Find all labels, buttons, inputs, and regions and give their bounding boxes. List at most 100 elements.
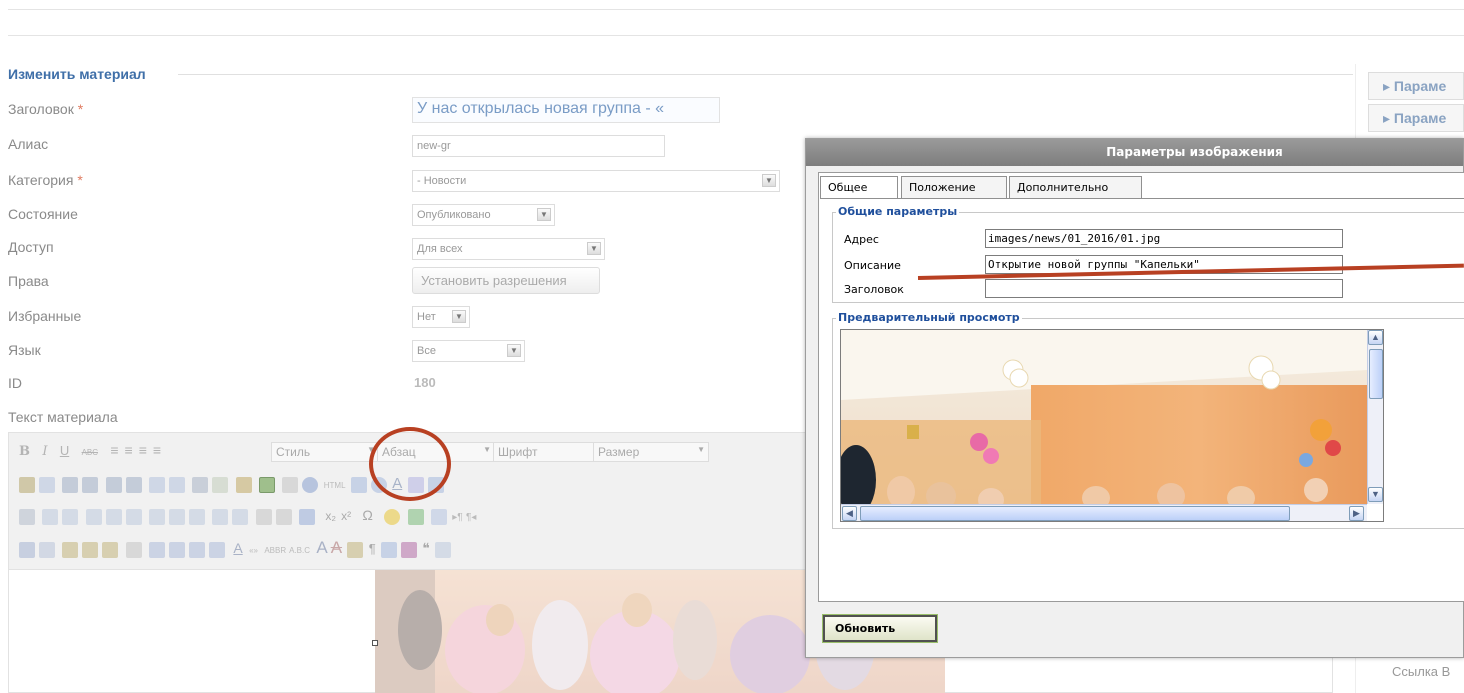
font-dropdown[interactable]: Шрифт▼ [493,442,607,462]
cut-icon[interactable] [19,541,35,558]
media-icon[interactable] [407,509,424,525]
delete-row-icon[interactable] [125,509,142,525]
row-before-icon[interactable] [85,509,102,525]
toolbar-row-3: x₂ x² Ω ▸¶ ¶◂ [17,506,717,528]
alias-input[interactable]: new-gr [412,135,665,157]
update-button[interactable]: Обновить [822,614,938,643]
emoticon-icon[interactable] [384,509,401,525]
blockquote-icon[interactable]: ❝ [422,540,430,556]
select-all-icon[interactable] [125,541,142,558]
scroll-down-icon[interactable]: ▼ [1368,487,1383,502]
edit-icon[interactable] [19,509,35,525]
absolute-icon[interactable] [209,541,226,558]
copy-icon[interactable] [39,541,55,558]
preview-group-title: Предварительный просмотр [836,311,1022,324]
cite-icon[interactable]: «» [249,546,258,555]
acronym-icon[interactable]: A.B.C [289,546,310,555]
delete-col-icon[interactable] [189,509,206,525]
find-icon[interactable] [19,477,35,493]
vertical-scroll-thumb[interactable] [1369,349,1383,399]
col-before-icon[interactable] [149,509,166,525]
align-icons[interactable]: ≡≡≡≡ [110,442,167,458]
rights-label: Права [8,273,49,289]
undo-icon[interactable] [149,477,166,493]
tab-position[interactable]: Положение [901,176,1007,198]
hr-icon[interactable] [255,509,272,525]
scroll-right-icon[interactable]: ▶ [1349,506,1364,521]
bold-icon[interactable]: B [19,444,30,459]
move-forward-icon[interactable] [169,541,186,558]
insert-text-icon[interactable]: A [316,538,327,557]
params-panel-toggle-1[interactable]: ▸ Параме [1368,72,1464,100]
params-panel-toggle-2[interactable]: ▸ Параме [1368,104,1464,132]
bullet-list-icon[interactable] [62,477,79,493]
row-after-icon[interactable] [105,509,122,525]
superscript-icon[interactable]: x² [341,509,351,523]
col-after-icon[interactable] [169,509,186,525]
underline-icon[interactable]: U [60,443,69,458]
replace-icon[interactable] [39,477,55,493]
address-label: Адрес [844,233,879,246]
paste-word-icon[interactable] [102,541,119,558]
ltr-icon[interactable]: ▸¶ [452,512,462,523]
insert-layer-icon[interactable] [149,541,166,558]
insert-image-icon[interactable] [259,477,276,493]
strikethrough-icon[interactable]: ABC [82,448,98,457]
state-select[interactable]: Опубликовано ▼ [412,204,555,226]
set-permissions-button[interactable]: Установить разрешения [412,267,600,294]
address-input[interactable]: images/news/01_2016/01.jpg [985,229,1343,248]
table-props-icon[interactable] [62,509,79,525]
paste-icon[interactable] [62,541,79,558]
scroll-left-icon[interactable]: ◀ [842,506,857,521]
chevron-down-icon: ▼ [587,242,601,255]
template-icon[interactable] [401,541,418,558]
preview-icon[interactable] [381,541,398,558]
abbr-icon[interactable]: ABBR [264,546,286,555]
style-dropdown[interactable]: Стиль ▼ [271,442,379,462]
link-icon[interactable] [192,477,209,493]
heading-input[interactable] [985,279,1343,298]
html-icon[interactable]: HTML [324,481,346,490]
visual-aid-icon[interactable] [299,509,316,525]
merge-cells-icon[interactable] [232,509,249,525]
hr2-icon[interactable] [430,509,447,525]
size-dropdown[interactable]: Размер ▼ [593,442,709,462]
anchor-icon[interactable] [235,477,252,493]
style-props-icon[interactable]: A [233,540,242,556]
tab-advanced[interactable]: Дополнительно [1009,176,1142,198]
redo-icon[interactable] [169,477,186,493]
special-char-icon[interactable]: Ω [362,507,372,523]
help-icon[interactable] [302,477,319,493]
subscript-icon[interactable]: x₂ [325,509,336,523]
cleanup-icon[interactable] [282,477,299,493]
unlink-icon[interactable] [212,477,229,493]
language-select[interactable]: Все ▼ [412,340,525,362]
chevron-down-icon: ▼ [762,174,776,187]
scroll-up-icon[interactable]: ▲ [1368,330,1383,345]
attribs-icon[interactable] [347,541,364,558]
dialog-title[interactable]: Параметры изображения [806,139,1463,166]
rtl-icon[interactable]: ¶◂ [466,512,476,523]
category-select[interactable]: - Новости ▼ [412,170,780,192]
access-select[interactable]: Для всех ▼ [412,238,605,260]
title-input[interactable]: У нас открылась новая группа - « [412,97,720,123]
featured-select[interactable]: Нет ▼ [412,306,470,328]
table-icon[interactable] [42,509,59,525]
delete-text-icon[interactable]: A [331,538,342,557]
numbered-list-icon[interactable] [82,477,99,493]
italic-icon[interactable]: I [42,444,47,459]
indent-icon[interactable] [125,477,142,493]
split-cells-icon[interactable] [212,509,229,525]
tab-general[interactable]: Общее [820,176,898,199]
horizontal-scroll-thumb[interactable] [860,506,1290,521]
preview-vertical-scrollbar[interactable]: ▲ ▼ [1367,330,1383,504]
pagebreak-icon[interactable] [435,541,452,558]
calendar-icon[interactable] [350,477,367,493]
move-backward-icon[interactable] [189,541,206,558]
pilcrow-icon[interactable]: ¶ [369,541,376,556]
remove-format-icon[interactable] [275,509,292,525]
outdent-icon[interactable] [105,477,122,493]
image-resize-handle[interactable] [372,640,378,646]
paste-text-icon[interactable] [82,541,99,558]
preview-horizontal-scrollbar[interactable]: ◀ ▶ [841,504,1367,521]
